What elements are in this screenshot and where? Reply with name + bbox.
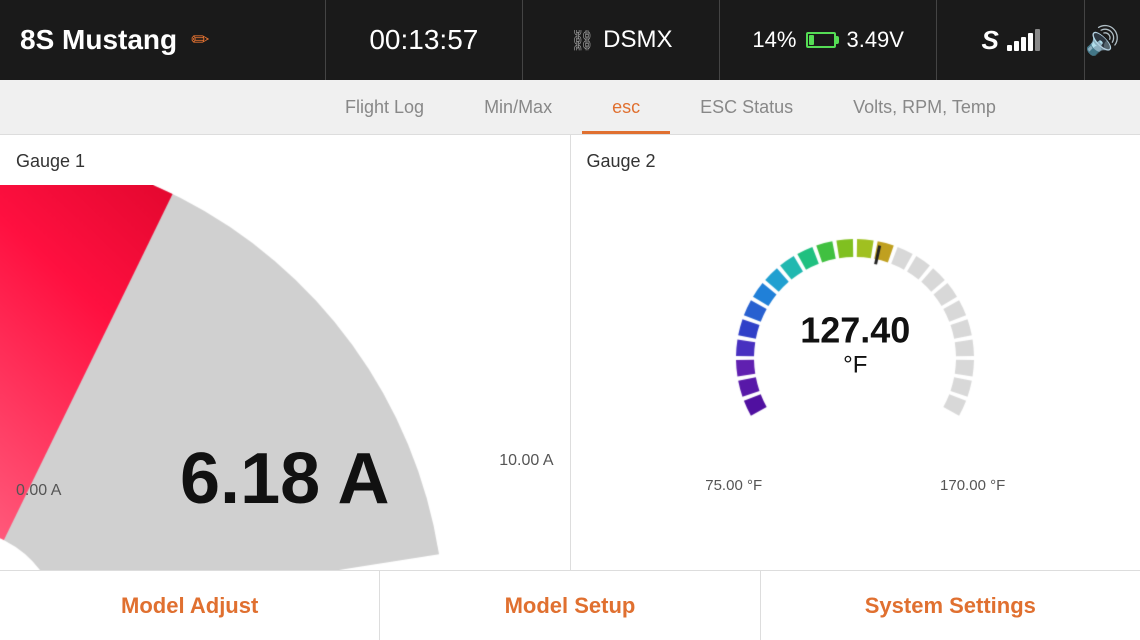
gauge2-panel: Gauge 2 127.40 °F 75.00 °F 170.00 °F bbox=[571, 135, 1140, 570]
model-setup-button[interactable]: Model Setup bbox=[380, 571, 760, 640]
signal-bars bbox=[1007, 29, 1040, 51]
battery-percent: 14% bbox=[752, 27, 796, 53]
gauge1-panel: Gauge 1 0.00 A 10.00 A 6.18 A bbox=[0, 135, 571, 570]
gauge1-min-label: 0.00 A bbox=[16, 482, 61, 500]
gauge2-max-label: 170.00 °F bbox=[940, 477, 1005, 494]
timer-display: 00:13:57 bbox=[369, 24, 478, 56]
tab-flight-log[interactable]: Flight Log bbox=[315, 80, 454, 134]
battery-icon bbox=[806, 32, 836, 48]
volume-icon[interactable]: 🔊 bbox=[1085, 24, 1120, 57]
battery-section: 14% 3.49V bbox=[720, 0, 937, 80]
gauge1-value: 6.18 A bbox=[180, 438, 389, 520]
edit-icon[interactable]: ✏ bbox=[191, 27, 209, 53]
link-icon: ⛓ bbox=[570, 28, 595, 53]
tab-min-max[interactable]: Min/Max bbox=[454, 80, 582, 134]
tabs-bar: Flight Log Min/Max esc ESC Status Volts,… bbox=[0, 80, 1140, 135]
footer-bar: Model Adjust Model Setup System Settings bbox=[0, 570, 1140, 640]
model-name: 8S Mustang bbox=[20, 24, 177, 56]
radio-name: DSMX bbox=[603, 26, 672, 54]
voltage-display: 3.49V bbox=[846, 27, 904, 53]
model-name-section: 8S Mustang ✏ bbox=[20, 0, 326, 80]
model-adjust-button[interactable]: Model Adjust bbox=[0, 571, 380, 640]
gauge2-min-label: 75.00 °F bbox=[705, 477, 762, 494]
gauge1-label: Gauge 1 bbox=[16, 151, 554, 172]
tab-esc[interactable]: esc bbox=[582, 80, 670, 134]
timer-section: 00:13:57 bbox=[326, 0, 523, 80]
header: 8S Mustang ✏ 00:13:57 ⛓ DSMX 14% 3.49V S… bbox=[0, 0, 1140, 80]
system-settings-button[interactable]: System Settings bbox=[761, 571, 1140, 640]
brand-icon: S bbox=[981, 25, 998, 56]
gauge2-value: 127.40 bbox=[800, 310, 910, 352]
brand-section: S bbox=[937, 0, 1085, 80]
gauge2-scale: 75.00 °F 170.00 °F bbox=[705, 477, 1005, 494]
main-content: Gauge 1 0.00 A 10.00 A 6.18 A Gauge 2 12… bbox=[0, 135, 1140, 570]
gauge2-unit: °F bbox=[800, 352, 910, 380]
gauge2-container: 127.40 °F 75.00 °F 170.00 °F bbox=[587, 172, 1125, 545]
gauge2-label: Gauge 2 bbox=[587, 151, 1125, 172]
tab-volts-rpm-temp[interactable]: Volts, RPM, Temp bbox=[823, 80, 1026, 134]
gauge2-canvas-wrap: 127.40 °F bbox=[705, 223, 1005, 473]
gauge2-value-display: 127.40 °F bbox=[800, 310, 910, 380]
radio-section: ⛓ DSMX bbox=[523, 0, 720, 80]
volume-section[interactable]: 🔊 bbox=[1085, 0, 1120, 80]
tab-esc-status[interactable]: ESC Status bbox=[670, 80, 823, 134]
gauge1-max-label: 10.00 A bbox=[499, 452, 553, 470]
